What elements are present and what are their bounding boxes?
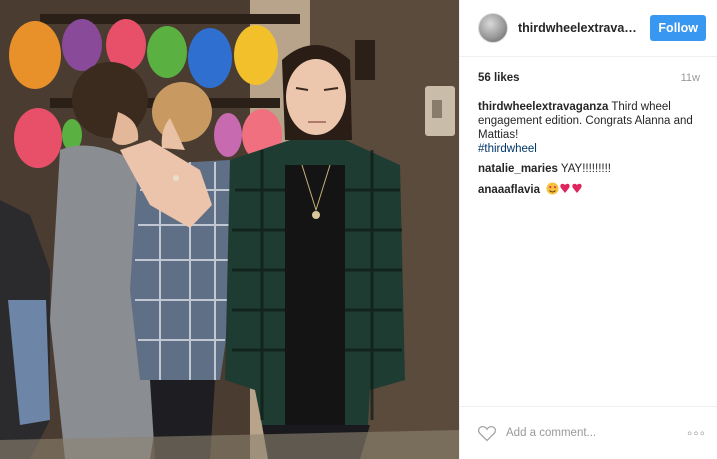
instagram-post: thirdwheelextravaga... Follow 56 likes 1… bbox=[0, 0, 717, 459]
heart-outline-icon[interactable] bbox=[477, 423, 497, 443]
post-meta: 56 likes 11w bbox=[478, 72, 700, 84]
caption: thirdwheelextravaganza Third wheel engag… bbox=[478, 100, 706, 156]
caption-hashtag[interactable]: #thirdwheel bbox=[478, 143, 537, 155]
profile-avatar[interactable] bbox=[478, 13, 508, 43]
comments-list: thirdwheelextravaganza Third wheel engag… bbox=[478, 100, 706, 203]
caption-username[interactable]: thirdwheelextravaganza bbox=[478, 101, 608, 113]
photo-illustration bbox=[0, 0, 459, 459]
comment-username[interactable]: natalie_maries bbox=[478, 163, 558, 175]
post-photo[interactable] bbox=[0, 0, 459, 459]
more-options-icon[interactable]: ◦◦◦ bbox=[687, 425, 706, 442]
author-username[interactable]: thirdwheelextravaga... bbox=[518, 21, 642, 35]
post-time[interactable]: 11w bbox=[681, 72, 700, 84]
heart-eyes-emoji-icon bbox=[546, 182, 582, 195]
follow-button[interactable]: Follow bbox=[650, 15, 706, 41]
post-header: thirdwheelextravaga... Follow bbox=[460, 0, 717, 57]
add-comment-input[interactable]: Add a comment... bbox=[506, 427, 596, 439]
post-details-panel: thirdwheelextravaga... Follow 56 likes 1… bbox=[459, 0, 717, 459]
comment-item: anaaaflavia bbox=[478, 182, 706, 197]
post-footer: Add a comment... ◦◦◦ bbox=[460, 406, 717, 459]
comment-item: natalie_maries YAY!!!!!!!!! bbox=[478, 162, 706, 176]
likes-count[interactable]: 56 likes bbox=[478, 72, 520, 84]
comment-username[interactable]: anaaaflavia bbox=[478, 184, 540, 196]
comment-text: YAY!!!!!!!!! bbox=[560, 163, 611, 175]
